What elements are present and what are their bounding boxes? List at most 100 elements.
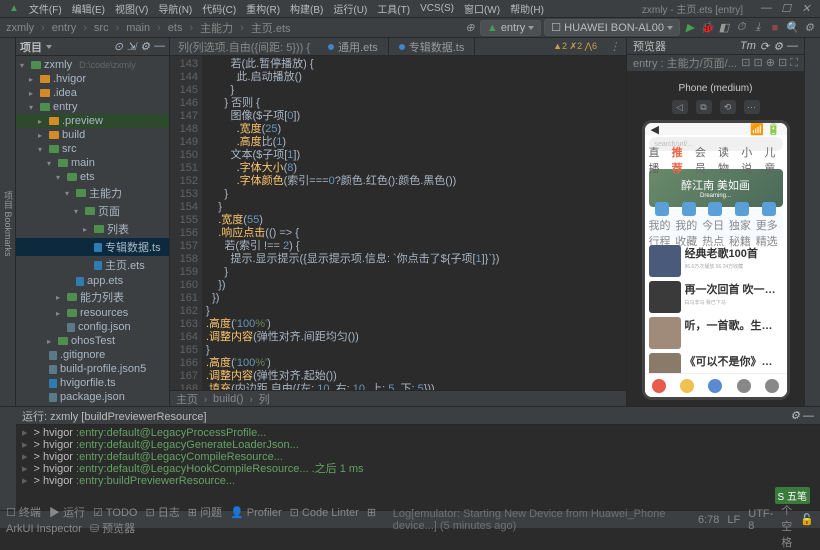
- prev-gear-icon[interactable]: ⚙: [773, 40, 783, 53]
- editor-more-icon[interactable]: ⋮: [603, 40, 626, 53]
- ime-indicator[interactable]: S 五笔: [775, 487, 810, 504]
- tree-node[interactable]: ▸.preview: [16, 114, 169, 128]
- attach-icon[interactable]: ⤓: [751, 21, 765, 35]
- prev-font-icon[interactable]: Tт: [740, 40, 756, 53]
- phone-search[interactable]: search/url/...: [649, 137, 783, 151]
- tree-node[interactable]: ▾ets: [16, 170, 169, 184]
- menu-run[interactable]: 运行(U): [328, 1, 372, 16]
- ph-tab-3[interactable]: 读物: [718, 144, 736, 176]
- tree-node[interactable]: 主页.ets: [16, 256, 169, 274]
- ph-tab-0[interactable]: 直播: [649, 144, 667, 176]
- tree-node[interactable]: ▸.idea: [16, 86, 169, 100]
- tree-node[interactable]: ▾zxmlyD:\code\zxmly: [16, 58, 169, 72]
- phone-nav-icon[interactable]: [652, 379, 666, 393]
- left-tool-strip[interactable]: 项目 Bookmarks: [0, 38, 16, 406]
- menu-file[interactable]: 文件(F): [24, 1, 67, 16]
- tree-node[interactable]: ▸ohosTest: [16, 334, 169, 348]
- structure-crumb-1[interactable]: build(): [213, 393, 244, 405]
- run-icon[interactable]: ▶: [683, 21, 697, 35]
- collapse-icon[interactable]: ⚙: [140, 40, 150, 53]
- ph-tab-5[interactable]: 儿童: [764, 144, 782, 176]
- prev-refresh-icon[interactable]: ⟳: [760, 40, 769, 53]
- tree-node[interactable]: ▾页面: [16, 202, 169, 220]
- phone-nav-icon[interactable]: [680, 379, 694, 393]
- caret-pos[interactable]: 6:78: [698, 514, 719, 526]
- select-open-icon[interactable]: ⊙: [114, 40, 123, 53]
- menu-help[interactable]: 帮助(H): [505, 1, 549, 16]
- menu-window[interactable]: 窗口(W): [459, 1, 505, 16]
- tab-tongyong[interactable]: 通用.ets: [318, 38, 389, 55]
- menu-nav[interactable]: 导航(N): [153, 1, 197, 16]
- gear-icon[interactable]: ⚙: [802, 21, 816, 35]
- line-sep[interactable]: LF: [727, 514, 740, 526]
- phone-nav-icon[interactable]: [708, 379, 722, 393]
- tab-zhuanji[interactable]: 专辑数据.ts: [389, 38, 476, 55]
- crumb-entry[interactable]: entry: [50, 22, 78, 34]
- minimize-icon[interactable]: —: [761, 2, 771, 15]
- phone-category[interactable]: 我的收藏: [675, 202, 702, 249]
- tree-node[interactable]: config.json: [16, 320, 169, 334]
- status-tool[interactable]: ☑ TODO: [93, 507, 138, 519]
- crumb-dir[interactable]: 主能力: [198, 20, 235, 36]
- structure-crumb-2[interactable]: 列: [259, 391, 270, 407]
- crumb-project[interactable]: zxmly: [4, 22, 36, 34]
- menu-vcs[interactable]: VCS(S): [415, 3, 459, 14]
- encoding[interactable]: UTF-8: [748, 508, 773, 532]
- tree-node[interactable]: ▸列表: [16, 220, 169, 238]
- tree-node[interactable]: ▸resources: [16, 306, 169, 320]
- menu-tools[interactable]: 工具(T): [372, 1, 415, 16]
- menu-view[interactable]: 视图(V): [110, 1, 153, 16]
- coverage-icon[interactable]: ◧: [717, 21, 731, 35]
- phone-category[interactable]: 更多精选: [756, 202, 783, 249]
- phone-nav-icon[interactable]: [737, 379, 751, 393]
- prev-hide-icon[interactable]: —: [787, 40, 798, 53]
- stop-icon[interactable]: ■: [768, 21, 782, 35]
- tree-node[interactable]: ▾主能力: [16, 184, 169, 202]
- status-tool[interactable]: ▶ 运行: [49, 507, 85, 519]
- maximize-icon[interactable]: ☐: [781, 2, 791, 15]
- editor-inspect-status[interactable]: ▲2 ✗2 ⋀6: [547, 41, 603, 52]
- crumb-file[interactable]: 主页.ets: [249, 20, 293, 36]
- profile-icon[interactable]: ⏱: [734, 21, 748, 35]
- phone-nav-icon[interactable]: [765, 379, 779, 393]
- tree-node[interactable]: hvigorfile.ts: [16, 376, 169, 390]
- menu-edit[interactable]: 编辑(E): [67, 1, 110, 16]
- phone-category[interactable]: 我的行程: [649, 202, 676, 249]
- status-tool[interactable]: ⊡ 日志: [145, 507, 179, 519]
- tree-node[interactable]: .gitignore: [16, 348, 169, 362]
- phone-category[interactable]: 今日热点: [702, 202, 729, 249]
- hide-icon[interactable]: —: [154, 40, 165, 53]
- status-tool[interactable]: ⊡ Code Linter: [290, 507, 359, 519]
- run-panel-gear-icon[interactable]: ⚙: [790, 410, 800, 422]
- close-icon[interactable]: ✕: [801, 2, 811, 15]
- tree-node[interactable]: ▾entry: [16, 100, 169, 114]
- tree-node[interactable]: ▸.hvigor: [16, 72, 169, 86]
- phone-list-item[interactable]: 经典老歌100首86.6万次播放 56.24万收藏: [649, 245, 783, 277]
- structure-crumb-0[interactable]: 主页: [176, 391, 198, 407]
- status-tool[interactable]: ☐ 终端: [6, 507, 41, 519]
- menu-code[interactable]: 代码(C): [197, 1, 241, 16]
- tree-node[interactable]: package-lock.json: [16, 404, 169, 406]
- tree-node[interactable]: ▾src: [16, 142, 169, 156]
- menu-build[interactable]: 构建(B): [285, 1, 328, 16]
- menu-refactor[interactable]: 重构(R): [241, 1, 285, 16]
- ph-tab-1[interactable]: 推荐: [672, 144, 690, 176]
- crumb-src[interactable]: src: [92, 22, 111, 34]
- phone-rotate-icon[interactable]: ⟲: [720, 100, 736, 114]
- target-icon[interactable]: ⊕: [463, 21, 477, 35]
- search-icon[interactable]: 🔍: [785, 21, 799, 35]
- ph-tab-4[interactable]: 小说: [741, 144, 759, 176]
- project-mode-dropdown[interactable]: [46, 45, 52, 49]
- phone-category[interactable]: 独家秘籍: [729, 202, 756, 249]
- debug-icon[interactable]: 🐞: [700, 21, 714, 35]
- tree-node[interactable]: ▸build: [16, 128, 169, 142]
- tree-node[interactable]: package.json: [16, 390, 169, 404]
- crumb-ets[interactable]: ets: [166, 22, 185, 34]
- phone-copy-icon[interactable]: ⧉: [696, 100, 712, 114]
- expand-icon[interactable]: ⇲: [127, 40, 136, 53]
- phone-back-icon[interactable]: ◁: [672, 100, 688, 114]
- status-tool[interactable]: ⛁ 预览器: [90, 523, 135, 535]
- lock-icon[interactable]: 🔓: [800, 513, 814, 526]
- run-panel-hide-icon[interactable]: —: [803, 410, 814, 422]
- tree-node[interactable]: ▸能力列表: [16, 288, 169, 306]
